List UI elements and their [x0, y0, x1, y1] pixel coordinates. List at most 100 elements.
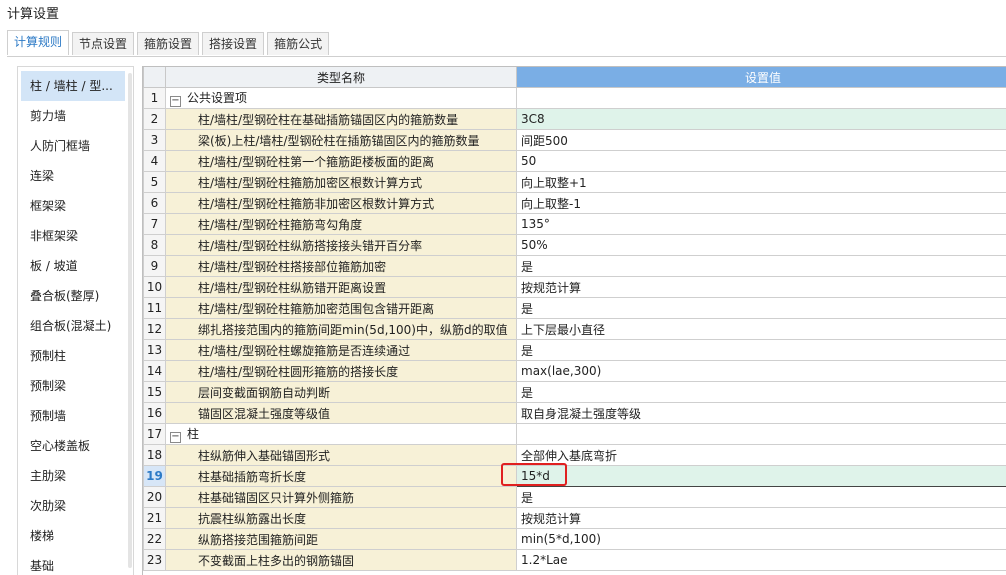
type-name-text: 柱	[187, 427, 199, 441]
group-row[interactable]: 1−公共设置项	[144, 88, 1006, 109]
row-number: 5	[144, 172, 166, 193]
setting-value-cell[interactable]: 是	[517, 256, 1006, 277]
setting-value-cell[interactable]: 按规范计算	[517, 277, 1006, 298]
type-name-cell: 柱/墙柱/型钢砼柱箍筋加密区根数计算方式	[166, 172, 517, 193]
setting-value-cell[interactable]: 向上取整-1	[517, 193, 1006, 214]
type-name-header[interactable]: 类型名称	[166, 67, 517, 88]
table-row[interactable]: 9柱/墙柱/型钢砼柱搭接部位箍筋加密是	[144, 256, 1006, 277]
type-name-cell: 柱/墙柱/型钢砼柱在基础插筋锚固区内的箍筋数量	[166, 109, 517, 130]
type-name-cell: 柱基础插筋弯折长度	[166, 466, 517, 487]
sidebar-scrollbar[interactable]	[128, 73, 132, 568]
setting-value-cell[interactable]: 3C8	[517, 109, 1006, 130]
table-row[interactable]: 10柱/墙柱/型钢砼柱纵筋错开距离设置按规范计算	[144, 277, 1006, 298]
table-row[interactable]: 11柱/墙柱/型钢砼柱箍筋加密范围包含错开距离是	[144, 298, 1006, 319]
type-name-cell: 不变截面上柱多出的钢筋锚固	[166, 550, 517, 571]
tab-node-settings[interactable]: 节点设置	[72, 32, 134, 55]
collapse-icon[interactable]: −	[170, 432, 181, 443]
table-row[interactable]: 4柱/墙柱/型钢砼柱第一个箍筋距楼板面的距离50	[144, 151, 1006, 172]
sidebar-item[interactable]: 柱 / 墙柱 / 型...	[21, 71, 125, 101]
row-number: 20	[144, 487, 166, 508]
table-row[interactable]: 8柱/墙柱/型钢砼柱纵筋搭接接头错开百分率50%	[144, 235, 1006, 256]
sidebar-item[interactable]: 预制墙	[18, 401, 133, 431]
table-row[interactable]: 23不变截面上柱多出的钢筋锚固1.2*Lae	[144, 550, 1006, 571]
component-sidebar: 柱 / 墙柱 / 型...剪力墙人防门框墙连梁框架梁非框架梁板 / 坡道叠合板(…	[17, 66, 134, 575]
sidebar-item[interactable]: 叠合板(整厚)	[18, 281, 133, 311]
setting-value-cell[interactable]: 间距500	[517, 130, 1006, 151]
setting-value-header[interactable]: 设置值	[517, 67, 1006, 88]
type-name-text: 柱/墙柱/型钢砼柱箍筋弯勾角度	[198, 218, 362, 232]
setting-value-cell[interactable]: 50%	[517, 235, 1006, 256]
table-row[interactable]: 14柱/墙柱/型钢砼柱圆形箍筋的搭接长度max(lae,300)	[144, 361, 1006, 382]
type-name-cell: 柱/墙柱/型钢砼柱第一个箍筋距楼板面的距离	[166, 151, 517, 172]
table-row[interactable]: 18柱纵筋伸入基础锚固形式全部伸入基底弯折	[144, 445, 1006, 466]
table-row[interactable]: 5 柱/墙柱/型钢砼柱箍筋加密区根数计算方式 向上取整+1	[144, 172, 1006, 193]
sidebar-item[interactable]: 组合板(混凝土)	[18, 311, 133, 341]
table-body: 1−公共设置项2柱/墙柱/型钢砼柱在基础插筋锚固区内的箍筋数量3C83梁(板)上…	[144, 88, 1006, 571]
type-name-cell: 抗震柱纵筋露出长度	[166, 508, 517, 529]
type-name-cell: 柱/墙柱/型钢砼柱螺旋箍筋是否连续通过	[166, 340, 517, 361]
tab-stirrup-formula[interactable]: 箍筋公式	[267, 32, 329, 55]
table-row[interactable]: 20柱基础锚固区只计算外侧箍筋是	[144, 487, 1006, 508]
table-row[interactable]: 21抗震柱纵筋露出长度按规范计算	[144, 508, 1006, 529]
setting-value-cell[interactable]: min(5*d,100)	[517, 529, 1006, 550]
table-row[interactable]: 7柱/墙柱/型钢砼柱箍筋弯勾角度135°	[144, 214, 1006, 235]
sidebar-item[interactable]: 板 / 坡道	[18, 251, 133, 281]
setting-value-cell[interactable]: 15*d	[517, 466, 1006, 487]
sidebar-item[interactable]: 框架梁	[18, 191, 133, 221]
sidebar-item[interactable]: 主肋梁	[18, 461, 133, 491]
setting-value-cell[interactable]: 是	[517, 487, 1006, 508]
type-name-text: 抗震柱纵筋露出长度	[198, 512, 306, 526]
sidebar-item[interactable]: 人防门框墙	[18, 131, 133, 161]
table-row[interactable]: 12绑扎搭接范围内的箍筋间距min(5d,100)中，纵筋d的取值上下层最小直径	[144, 319, 1006, 340]
table-row[interactable]: 3梁(板)上柱/墙柱/型钢砼柱在插筋锚固区内的箍筋数量间距500	[144, 130, 1006, 151]
sidebar-item[interactable]: 基础	[18, 551, 133, 575]
setting-value-cell[interactable]: 50	[517, 151, 1006, 172]
table-row[interactable]: 19柱基础插筋弯折长度15*d	[144, 466, 1006, 487]
table-row[interactable]: 2柱/墙柱/型钢砼柱在基础插筋锚固区内的箍筋数量3C8	[144, 109, 1006, 130]
sidebar-item[interactable]: 预制梁	[18, 371, 133, 401]
sidebar-item[interactable]: 剪力墙	[18, 101, 133, 131]
type-name-text: 柱/墙柱/型钢砼柱箍筋加密区根数计算方式	[198, 176, 422, 190]
setting-value-cell[interactable]: max(lae,300)	[517, 361, 1006, 382]
table-row[interactable]: 22纵筋搭接范围箍筋间距min(5*d,100)	[144, 529, 1006, 550]
row-number: 16	[144, 403, 166, 424]
table-row[interactable]: 13柱/墙柱/型钢砼柱螺旋箍筋是否连续通过是	[144, 340, 1006, 361]
tab-panel-border	[7, 56, 1006, 57]
row-number: 11	[144, 298, 166, 319]
setting-value-cell[interactable]: 向上取整+1	[517, 172, 1006, 193]
type-name-cell: 柱/墙柱/型钢砼柱箍筋非加密区根数计算方式	[166, 193, 517, 214]
type-name-cell: 柱/墙柱/型钢砼柱搭接部位箍筋加密	[166, 256, 517, 277]
setting-value-cell[interactable]: 取自身混凝土强度等级	[517, 403, 1006, 424]
sidebar-item[interactable]: 预制柱	[18, 341, 133, 371]
type-name-text: 柱/墙柱/型钢砼柱螺旋箍筋是否连续通过	[198, 344, 410, 358]
row-number: 1	[144, 88, 166, 109]
tab-calc-rules[interactable]: 计算规则	[7, 30, 69, 55]
setting-value-cell[interactable]: 1.2*Lae	[517, 550, 1006, 571]
setting-value-cell[interactable]: 上下层最小直径	[517, 319, 1006, 340]
row-number: 9	[144, 256, 166, 277]
setting-value-cell[interactable]: 按规范计算	[517, 508, 1006, 529]
sidebar-item[interactable]: 连梁	[18, 161, 133, 191]
group-row[interactable]: 17−柱	[144, 424, 1006, 445]
sidebar-item[interactable]: 次肋梁	[18, 491, 133, 521]
setting-value-cell[interactable]: 全部伸入基底弯折	[517, 445, 1006, 466]
sidebar-item[interactable]: 楼梯	[18, 521, 133, 551]
setting-value-cell[interactable]: 是	[517, 298, 1006, 319]
type-name-cell: 锚固区混凝土强度等级值	[166, 403, 517, 424]
table-row[interactable]: 15层间变截面钢筋自动判断是	[144, 382, 1006, 403]
sidebar-item[interactable]: 非框架梁	[18, 221, 133, 251]
sidebar-item[interactable]: 空心楼盖板	[18, 431, 133, 461]
table-row[interactable]: 6柱/墙柱/型钢砼柱箍筋非加密区根数计算方式向上取整-1	[144, 193, 1006, 214]
table-row[interactable]: 16锚固区混凝土强度等级值取自身混凝土强度等级	[144, 403, 1006, 424]
settings-table: 类型名称 设置值 1−公共设置项2柱/墙柱/型钢砼柱在基础插筋锚固区内的箍筋数量…	[143, 67, 1006, 571]
type-name-text: 柱/墙柱/型钢砼柱箍筋非加密区根数计算方式	[198, 197, 434, 211]
type-name-cell: 柱基础锚固区只计算外侧箍筋	[166, 487, 517, 508]
setting-value-cell[interactable]: 是	[517, 340, 1006, 361]
setting-value-cell[interactable]: 135°	[517, 214, 1006, 235]
row-number: 4	[144, 151, 166, 172]
setting-value-cell	[517, 424, 1006, 445]
setting-value-cell[interactable]: 是	[517, 382, 1006, 403]
collapse-icon[interactable]: −	[170, 96, 181, 107]
tab-stirrup-settings[interactable]: 箍筋设置	[137, 32, 199, 55]
tab-lap-settings[interactable]: 搭接设置	[202, 32, 264, 55]
